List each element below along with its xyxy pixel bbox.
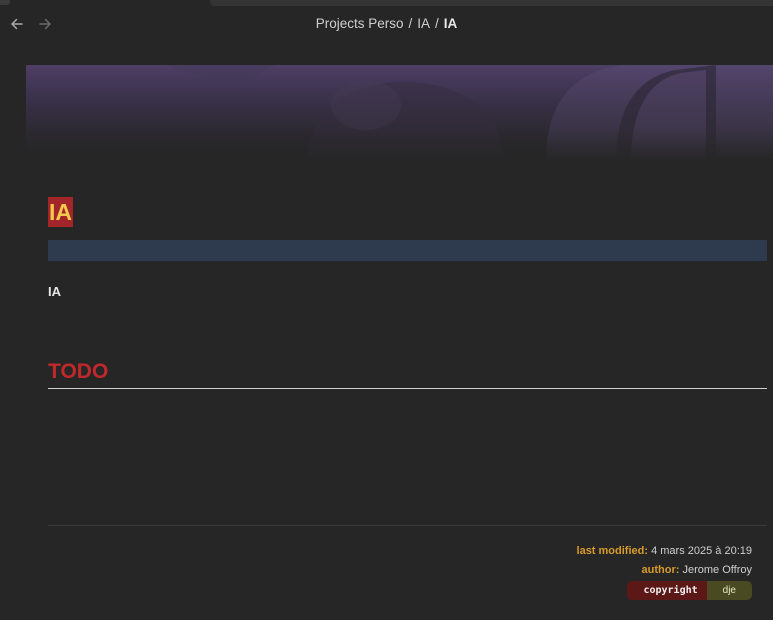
tab-left[interactable] — [0, 0, 10, 5]
footer-last-modified: last modified: 4 mars 2025 à 20:19 — [577, 545, 752, 557]
note-body-text: IA — [48, 284, 61, 299]
breadcrumb-item-projects-perso[interactable]: Projects Perso — [316, 16, 404, 31]
last-modified-label: last modified: — [576, 545, 649, 557]
properties-strip[interactable] — [48, 240, 767, 261]
footer-author: author: Jerome Offroy — [642, 564, 752, 576]
todo-heading: TODO — [48, 360, 767, 389]
breadcrumb-separator: / — [408, 16, 413, 31]
breadcrumb: Projects Perso / IA / IA — [0, 16, 773, 31]
author-value: Jerome Offroy — [682, 564, 753, 576]
nav-bar: Projects Perso / IA / IA — [0, 8, 773, 42]
copyright-badge: copyright dje — [627, 581, 752, 600]
last-modified-value: 4 mars 2025 à 20:19 — [651, 545, 752, 557]
copyright-badge-label: copyright — [627, 581, 707, 600]
banner-image — [26, 65, 773, 161]
tab-strip — [0, 0, 773, 7]
title-wrap: IA — [48, 197, 73, 227]
breadcrumb-separator: / — [435, 16, 439, 31]
footer-divider — [48, 525, 767, 526]
breadcrumb-item-current[interactable]: IA — [444, 16, 458, 31]
tab-right[interactable] — [210, 0, 773, 6]
author-label: author: — [641, 564, 680, 576]
copyright-badge-value: dje — [706, 581, 752, 600]
page-title: IA — [48, 197, 73, 227]
breadcrumb-item-ia-folder[interactable]: IA — [417, 16, 430, 31]
